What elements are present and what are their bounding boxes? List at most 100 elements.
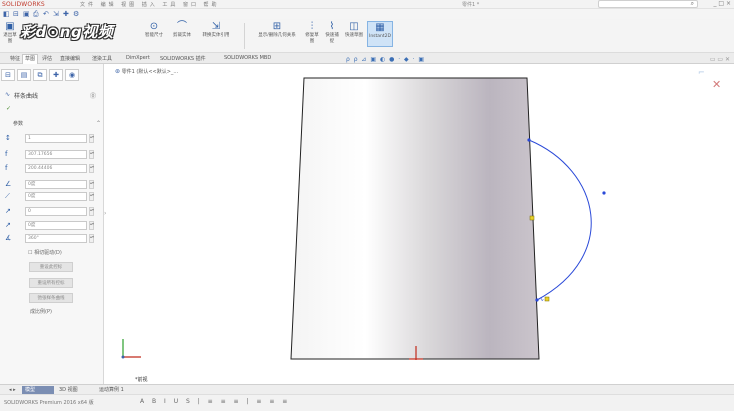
section-header[interactable]: 参数 xyxy=(13,120,23,127)
help-icon[interactable]: ⓪ xyxy=(90,91,96,100)
search-icon[interactable]: ⌕ xyxy=(691,0,694,8)
tab-direct-edit[interactable]: 直接编辑 xyxy=(58,55,82,62)
convert-entities-button[interactable]: ⇲ 转换实体引用 xyxy=(194,21,238,39)
snap-icon: ⌇ xyxy=(329,21,335,32)
config-manager-icon[interactable]: ⧉ xyxy=(33,69,47,81)
param-field[interactable]: 200.44406 xyxy=(25,164,87,173)
display-manager-icon[interactable]: ◉ xyxy=(65,69,79,81)
exit-sketch-button[interactable]: ▣ 退出草图 xyxy=(2,21,18,45)
breadcrumb-text: 零件1 (默认<<默认>_... xyxy=(121,69,179,75)
title-bar: SOLIDWORKS 文件 编辑 视图 插入 工具 窗口 帮助 零件1 * ⌕ … xyxy=(0,0,734,9)
param-field[interactable]: 0度 xyxy=(25,192,87,201)
repair-icon: ⫶ xyxy=(310,21,314,32)
rapid-sketch-button[interactable]: ◫ 快速草图 xyxy=(344,21,364,39)
toolbar-separator xyxy=(244,23,245,49)
param-row: f 307.17656 ▴▾ xyxy=(5,150,97,160)
weight-direction-icon: ↗ xyxy=(5,221,11,229)
param-field[interactable]: 0 xyxy=(25,207,87,216)
x-coord-icon: f xyxy=(5,150,8,158)
tangent-driving-checkbox[interactable]: ☐ 相切驱动(D) xyxy=(28,249,62,256)
feature-tree-icon[interactable]: ⊟ xyxy=(1,69,15,81)
tab-3d-views[interactable]: 3D 视图 xyxy=(56,386,81,394)
trim-entities-button[interactable]: ⌒ 剪裁实体 xyxy=(172,21,192,39)
status-text: SOLIDWORKS Premium 2016 x64 版 xyxy=(4,400,94,406)
ok-check-icon[interactable]: ✓ xyxy=(6,105,11,112)
param-row: ↗ 0 ▴▾ xyxy=(5,207,97,217)
param-field[interactable]: 307.17656 xyxy=(25,150,87,159)
repair-sketch-button[interactable]: ⫶ 修复草图 xyxy=(304,21,320,45)
tool-label: 快速捕捉 xyxy=(325,33,339,44)
open-icon[interactable]: ⊟ xyxy=(13,10,19,18)
heads-up-toolbar[interactable]: ρ ρ ⊿ ▣ ◐ ● · ◆ · ▣ xyxy=(346,56,425,63)
spinner-icon[interactable]: ▴▾ xyxy=(89,207,94,216)
manager-tabs: ⊟ ▤ ⧉ ✚ ◉ xyxy=(1,69,101,81)
checkbox-label: 相切驱动(D) xyxy=(34,250,62,256)
tab-features[interactable]: 特征 xyxy=(8,55,22,62)
app-logo[interactable]: SOLIDWORKS xyxy=(2,1,45,8)
dimxpert-icon[interactable]: ✚ xyxy=(49,69,63,81)
param-row: ⟋ 0度 ▴▾ xyxy=(5,192,97,202)
tool-label: Instant2D xyxy=(369,34,391,39)
nav-arrows-icon[interactable]: ◂ ▸ xyxy=(6,386,19,394)
param-field[interactable]: 1 xyxy=(25,134,87,143)
tool-label: 快速草图 xyxy=(345,33,363,38)
tab-render-tools[interactable]: 渲染工具 xyxy=(90,55,114,62)
instant2d-icon: ▦ xyxy=(375,22,385,33)
param-field[interactable]: 360° xyxy=(25,234,87,243)
view-orientation-icon[interactable]: ⌐ xyxy=(698,68,705,77)
options-icon[interactable]: ⚙ xyxy=(73,10,79,18)
exit-sketch-corner-icon[interactable]: ✕ xyxy=(712,78,721,91)
spinner-icon[interactable]: ▴▾ xyxy=(89,150,94,159)
param-field[interactable]: 0度 xyxy=(25,180,87,189)
print-icon[interactable]: ⎙ xyxy=(33,10,39,19)
reset-handle-button[interactable]: 重设此控标 xyxy=(29,262,73,272)
select-icon[interactable]: ⇲ xyxy=(53,10,59,18)
instant2d-button[interactable]: ▦ Instant2D xyxy=(367,21,393,47)
tab-sketch[interactable]: 草图 xyxy=(22,54,39,64)
rapid-sketch-icon: ◫ xyxy=(349,21,359,32)
tangent-weight-icon: ∠ xyxy=(5,180,12,188)
tab-mbd[interactable]: SOLIDWORKS MBD xyxy=(222,55,273,61)
tool-label: 智能尺寸 xyxy=(145,33,163,38)
spinner-icon[interactable]: ▴▾ xyxy=(89,221,94,230)
spinner-icon[interactable]: ▴▾ xyxy=(89,180,94,189)
collapse-caret-icon[interactable]: ⌃ xyxy=(96,120,101,127)
trim-icon: ⌒ xyxy=(177,21,187,32)
smart-dimension-button[interactable]: ⊙ 智能尺寸 xyxy=(140,21,168,39)
y-coord-icon: f xyxy=(5,164,8,172)
property-manager-icon[interactable]: ▤ xyxy=(17,69,31,81)
relax-spline-button[interactable]: 弛张样条曲线 xyxy=(29,293,73,303)
param-row: f 200.44406 ▴▾ xyxy=(5,164,97,174)
undo-icon[interactable]: ↶ xyxy=(43,10,49,18)
point-index-icon: ↕ xyxy=(5,134,11,142)
document-window-controls[interactable]: ▭ ▭ ✕ xyxy=(710,56,730,63)
param-row: ∡ 360° ▴▾ xyxy=(5,234,97,244)
window-controls[interactable]: _ □ × xyxy=(713,0,731,7)
spinner-icon[interactable]: ▴▾ xyxy=(89,234,94,243)
display-relations-button[interactable]: ⊞ 显示/删除几何关系 xyxy=(252,21,302,39)
new-icon[interactable]: ◧ xyxy=(3,10,10,18)
document-title: 零件1 * xyxy=(462,2,480,8)
search-input[interactable]: ⌕ xyxy=(598,0,698,8)
param-field[interactable]: 0度 xyxy=(25,221,87,230)
spinner-icon[interactable]: ▴▾ xyxy=(89,164,94,173)
status-bar: SOLIDWORKS Premium 2016 x64 版 A B I U S … xyxy=(0,394,734,411)
tool-label: 剪裁实体 xyxy=(173,33,191,38)
rebuild-icon[interactable]: ✚ xyxy=(63,10,69,18)
format-toolbar[interactable]: A B I U S | ≡ ≡ ≡ | ≡ ≡ ≡ xyxy=(140,398,290,405)
main-menu[interactable]: 文件 编辑 视图 插入 工具 窗口 帮助 xyxy=(80,1,220,8)
feature-breadcrumb[interactable]: ⊛ 零件1 (默认<<默认>_... xyxy=(115,68,178,75)
tool-label: 退出草图 xyxy=(3,33,17,44)
spinner-icon[interactable]: ▴▾ xyxy=(89,192,94,201)
tab-motion-study[interactable]: 运动算例 1 xyxy=(96,386,127,394)
tab-model[interactable]: 模型 xyxy=(22,386,54,394)
tab-evaluate[interactable]: 评估 xyxy=(40,55,54,62)
quick-snaps-button[interactable]: ⌇ 快速捕捉 xyxy=(324,21,340,45)
spinner-icon[interactable]: ▴▾ xyxy=(89,134,94,143)
save-icon[interactable]: ▣ xyxy=(23,10,30,18)
tab-addins[interactable]: SOLIDWORKS 插件 xyxy=(158,55,208,62)
graphics-area[interactable] xyxy=(106,64,734,384)
tab-dimxpert[interactable]: DimXpert xyxy=(124,55,152,61)
reset-all-handles-button[interactable]: 重设所有控标 xyxy=(29,278,73,288)
proportional-option[interactable]: 成比例(P) xyxy=(30,308,52,315)
